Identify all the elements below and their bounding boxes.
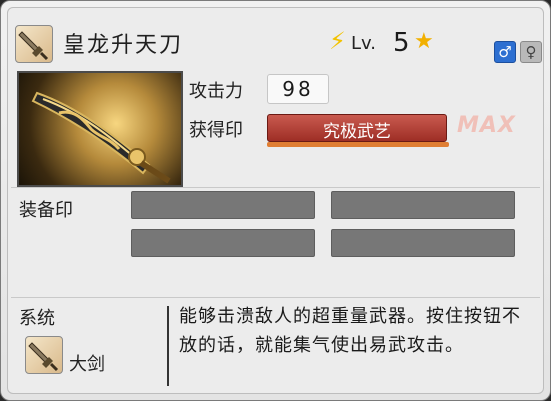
greatsword-icon (15, 25, 53, 63)
equip-label: 装备印 (19, 200, 73, 221)
equip-slot[interactable] (131, 229, 315, 257)
max-label: MAX (457, 113, 516, 138)
weapon-description: 能够击溃敌人的超重量武器。按住按钮不放的话，就能集气使出易武攻击。 (179, 306, 521, 356)
seal-badge[interactable]: 究极武艺 (267, 114, 447, 142)
weapon-name: 皇龙升天刀 (63, 33, 184, 58)
female-icon[interactable]: ♀ (520, 41, 542, 63)
system-section: 系统 大剑 能够击溃敌人的超重量武器。按住按钮不放的话，就能集气使出易武攻击。 (11, 297, 540, 392)
level-value: 5 (393, 28, 410, 58)
equip-section: 装备印 (11, 187, 540, 290)
seal-value: 究极武艺 (323, 122, 391, 142)
divider (167, 306, 169, 386)
male-icon[interactable]: ♂ (494, 41, 516, 63)
lightning-icon: ⚡ (329, 27, 346, 55)
system-label: 系统 (19, 308, 55, 329)
attack-value-box: 98 (267, 74, 329, 104)
attack-label: 攻击力 (189, 81, 243, 102)
attack-value: 98 (282, 77, 314, 101)
seal-row: 获得印 究极武艺 MAX (185, 113, 535, 147)
equip-slot[interactable] (331, 191, 515, 219)
seal-progress-bar (267, 142, 449, 147)
weapon-header: 皇龙升天刀 ⚡ Lv. 5 ★ ♂ ♀ (11, 21, 542, 67)
weapon-card: 皇龙升天刀 ⚡ Lv. 5 ★ ♂ ♀ 攻击力 98 获得印 究极武艺 MAX … (0, 0, 551, 401)
attack-row: 攻击力 98 (185, 74, 525, 104)
weapon-type: 大剑 (69, 354, 105, 375)
equip-slot[interactable] (131, 191, 315, 219)
level-prefix: Lv. (351, 33, 377, 54)
equip-slot[interactable] (331, 229, 515, 257)
greatsword-icon (25, 336, 63, 374)
star-icon: ★ (414, 29, 434, 54)
weapon-portrait (17, 71, 183, 187)
seal-label: 获得印 (189, 120, 243, 141)
